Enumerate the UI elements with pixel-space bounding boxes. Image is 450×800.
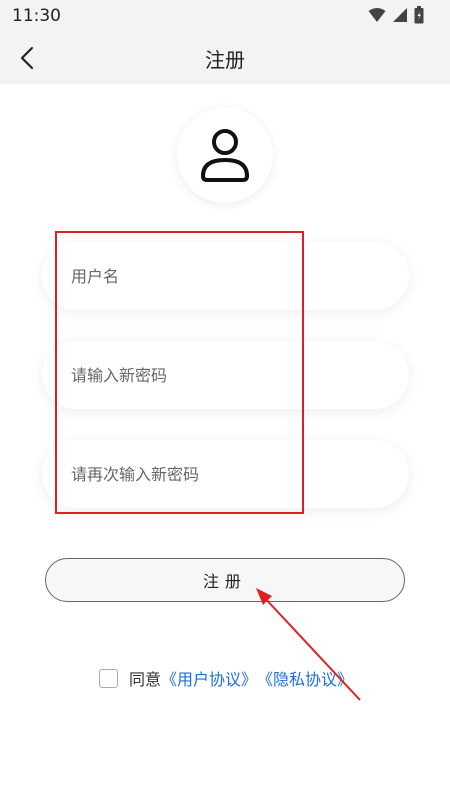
header: 注册: [0, 32, 450, 84]
register-button[interactable]: 注册: [45, 558, 405, 602]
username-input[interactable]: [42, 242, 409, 310]
user-icon: [201, 129, 249, 182]
status-icons: [368, 6, 424, 24]
battery-icon: [414, 6, 424, 24]
privacy-agreement-link[interactable]: 《隐私协议》: [257, 666, 353, 690]
user-agreement-link[interactable]: 《用户协议》: [161, 666, 257, 690]
wifi-icon: [368, 8, 386, 22]
signal-icon: [393, 8, 407, 22]
password-input[interactable]: [42, 341, 409, 409]
agreement-prefix: 同意: [129, 670, 162, 689]
password-field[interactable]: [42, 341, 409, 409]
confirm-password-field[interactable]: [42, 440, 409, 508]
username-field[interactable]: [42, 242, 409, 310]
page-title: 注册: [205, 48, 245, 72]
confirm-password-input[interactable]: [42, 440, 409, 508]
agreement-row: 同意 《用户协议》 《隐私协议》: [99, 666, 353, 690]
avatar: [177, 107, 273, 203]
status-time: 11:30: [12, 6, 61, 26]
status-bar: 11:30: [0, 0, 450, 32]
agreement-checkbox[interactable]: [99, 668, 118, 688]
